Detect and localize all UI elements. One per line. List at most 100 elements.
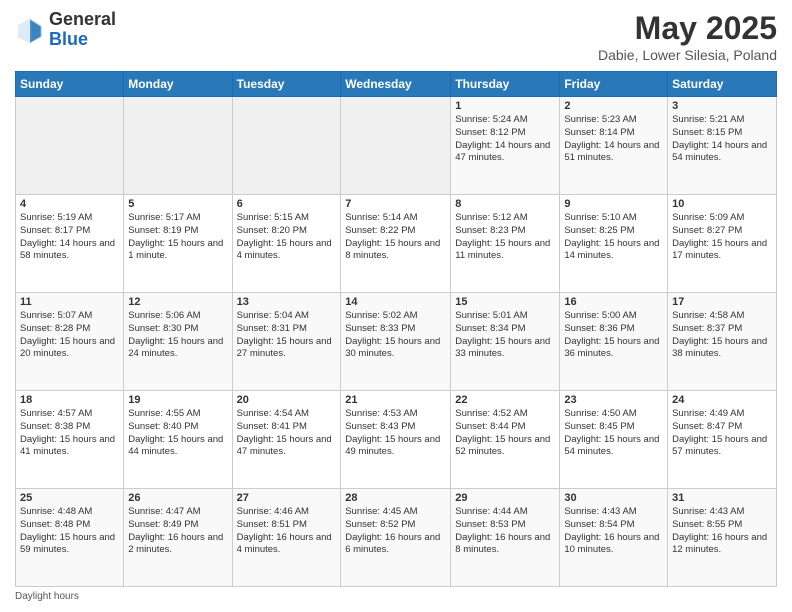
calendar-cell: 15 Sunrise: 5:01 AM Sunset: 8:34 PM Dayli… — [451, 293, 560, 391]
calendar-cell: 7Sunrise: 5:14 AM Sunset: 8:22 PM Daylig… — [341, 195, 451, 293]
calendar-cell: 3 Sunrise: 5:21 AM Sunset: 8:15 PM Daylig… — [668, 97, 777, 195]
day-number: 31 — [672, 492, 772, 504]
calendar-cell: 27 Sunrise: 4:46 AM Sunset: 8:51 PM Dayli… — [232, 489, 341, 587]
day-number: 10 — [672, 198, 772, 210]
calendar-cell: 17Sunrise: 4:58 AM Sunset: 8:37 PM Dayli… — [668, 293, 777, 391]
day-number: 19 — [128, 394, 227, 406]
calendar-cell: 28Sunrise: 4:45 AM Sunset: 8:52 PM Dayli… — [341, 489, 451, 587]
calendar-cell — [341, 97, 451, 195]
day-number: 20 — [237, 394, 337, 406]
day-info: Sunrise: 5:24 AM Sunset: 8:12 PM Dayligh… — [455, 114, 555, 165]
day-info: Sunrise: 5:01 AM Sunset: 8:34 PM Dayligh… — [455, 310, 555, 361]
day-number: 3 — [672, 100, 772, 112]
calendar-header-row: SundayMondayTuesdayWednesdayThursdayFrid… — [16, 72, 777, 97]
day-info: Sunrise: 4:48 AM Sunset: 8:48 PM Dayligh… — [20, 506, 119, 557]
day-number: 15 — [455, 296, 555, 308]
calendar-cell: 5Sunrise: 5:17 AM Sunset: 8:19 PM Daylig… — [124, 195, 232, 293]
day-info: Sunrise: 4:57 AM Sunset: 8:38 PM Dayligh… — [20, 408, 119, 459]
day-info: Sunrise: 5:02 AM Sunset: 8:33 PM Dayligh… — [345, 310, 446, 361]
month-title: May 2025 — [598, 10, 777, 47]
day-number: 27 — [237, 492, 337, 504]
calendar-cell: 9 Sunrise: 5:10 AM Sunset: 8:25 PM Daylig… — [560, 195, 668, 293]
calendar-cell: 21 Sunrise: 4:53 AM Sunset: 8:43 PM Dayli… — [341, 391, 451, 489]
day-number: 22 — [455, 394, 555, 406]
calendar-cell: 29Sunrise: 4:44 AM Sunset: 8:53 PM Dayli… — [451, 489, 560, 587]
day-number: 8 — [455, 198, 555, 210]
day-header-monday: Monday — [124, 72, 232, 97]
day-number: 29 — [455, 492, 555, 504]
calendar-cell: 8 Sunrise: 5:12 AM Sunset: 8:23 PM Daylig… — [451, 195, 560, 293]
day-number: 2 — [564, 100, 663, 112]
day-info: Sunrise: 4:55 AM Sunset: 8:40 PM Dayligh… — [128, 408, 227, 459]
calendar-cell: 20Sunrise: 4:54 AM Sunset: 8:41 PM Dayli… — [232, 391, 341, 489]
day-number: 13 — [237, 296, 337, 308]
day-header-tuesday: Tuesday — [232, 72, 341, 97]
day-number: 1 — [455, 100, 555, 112]
calendar-cell: 26 Sunrise: 4:47 AM Sunset: 8:49 PM Dayli… — [124, 489, 232, 587]
day-info: Sunrise: 4:53 AM Sunset: 8:43 PM Dayligh… — [345, 408, 446, 459]
calendar-week-3: 18 Sunrise: 4:57 AM Sunset: 8:38 PM Dayli… — [16, 391, 777, 489]
day-info: Sunrise: 5:04 AM Sunset: 8:31 PM Dayligh… — [237, 310, 337, 361]
day-info: Sunrise: 4:52 AM Sunset: 8:44 PM Dayligh… — [455, 408, 555, 459]
calendar-cell: 18 Sunrise: 4:57 AM Sunset: 8:38 PM Dayli… — [16, 391, 124, 489]
calendar-cell: 2 Sunrise: 5:23 AM Sunset: 8:14 PM Daylig… — [560, 97, 668, 195]
day-header-friday: Friday — [560, 72, 668, 97]
calendar-cell: 25Sunrise: 4:48 AM Sunset: 8:48 PM Dayli… — [16, 489, 124, 587]
day-number: 9 — [564, 198, 663, 210]
day-header-wednesday: Wednesday — [341, 72, 451, 97]
calendar-week-1: 4 Sunrise: 5:19 AM Sunset: 8:17 PM Daylig… — [16, 195, 777, 293]
day-info: Sunrise: 4:43 AM Sunset: 8:55 PM Dayligh… — [672, 506, 772, 557]
calendar-cell: 10Sunrise: 5:09 AM Sunset: 8:27 PM Dayli… — [668, 195, 777, 293]
calendar-cell: 11 Sunrise: 5:07 AM Sunset: 8:28 PM Dayli… — [16, 293, 124, 391]
calendar: SundayMondayTuesdayWednesdayThursdayFrid… — [15, 71, 777, 587]
day-number: 21 — [345, 394, 446, 406]
day-number: 18 — [20, 394, 119, 406]
day-header-thursday: Thursday — [451, 72, 560, 97]
day-header-sunday: Sunday — [16, 72, 124, 97]
day-number: 28 — [345, 492, 446, 504]
logo-blue: Blue — [49, 29, 88, 49]
title-area: May 2025 Dabie, Lower Silesia, Poland — [598, 10, 777, 63]
day-number: 24 — [672, 394, 772, 406]
logo: General Blue — [15, 10, 116, 50]
calendar-cell: 31 Sunrise: 4:43 AM Sunset: 8:55 PM Dayli… — [668, 489, 777, 587]
calendar-cell — [124, 97, 232, 195]
day-info: Sunrise: 5:15 AM Sunset: 8:20 PM Dayligh… — [237, 212, 337, 263]
day-info: Sunrise: 5:21 AM Sunset: 8:15 PM Dayligh… — [672, 114, 772, 165]
day-info: Sunrise: 4:49 AM Sunset: 8:47 PM Dayligh… — [672, 408, 772, 459]
day-info: Sunrise: 4:47 AM Sunset: 8:49 PM Dayligh… — [128, 506, 227, 557]
calendar-cell: 14Sunrise: 5:02 AM Sunset: 8:33 PM Dayli… — [341, 293, 451, 391]
calendar-cell: 22 Sunrise: 4:52 AM Sunset: 8:44 PM Dayli… — [451, 391, 560, 489]
calendar-cell: 13 Sunrise: 5:04 AM Sunset: 8:31 PM Dayli… — [232, 293, 341, 391]
page: General Blue May 2025 Dabie, Lower Siles… — [0, 0, 792, 612]
day-info: Sunrise: 4:46 AM Sunset: 8:51 PM Dayligh… — [237, 506, 337, 557]
day-info: Sunrise: 5:17 AM Sunset: 8:19 PM Dayligh… — [128, 212, 227, 263]
header: General Blue May 2025 Dabie, Lower Siles… — [15, 10, 777, 63]
calendar-cell: 6Sunrise: 5:15 AM Sunset: 8:20 PM Daylig… — [232, 195, 341, 293]
day-info: Sunrise: 5:12 AM Sunset: 8:23 PM Dayligh… — [455, 212, 555, 263]
day-info: Sunrise: 5:07 AM Sunset: 8:28 PM Dayligh… — [20, 310, 119, 361]
calendar-week-2: 11 Sunrise: 5:07 AM Sunset: 8:28 PM Dayli… — [16, 293, 777, 391]
day-info: Sunrise: 5:23 AM Sunset: 8:14 PM Dayligh… — [564, 114, 663, 165]
day-number: 16 — [564, 296, 663, 308]
calendar-cell: 1 Sunrise: 5:24 AM Sunset: 8:12 PM Daylig… — [451, 97, 560, 195]
calendar-cell — [232, 97, 341, 195]
day-number: 12 — [128, 296, 227, 308]
calendar-cell — [16, 97, 124, 195]
logo-text: General Blue — [49, 10, 116, 50]
logo-general: General — [49, 9, 116, 29]
logo-icon — [15, 15, 45, 45]
day-number: 26 — [128, 492, 227, 504]
location: Dabie, Lower Silesia, Poland — [598, 47, 777, 63]
day-number: 11 — [20, 296, 119, 308]
calendar-cell: 24 Sunrise: 4:49 AM Sunset: 8:47 PM Dayli… — [668, 391, 777, 489]
day-number: 4 — [20, 198, 119, 210]
calendar-cell: 16 Sunrise: 5:00 AM Sunset: 8:36 PM Dayli… — [560, 293, 668, 391]
day-info: Sunrise: 5:00 AM Sunset: 8:36 PM Dayligh… — [564, 310, 663, 361]
day-info: Sunrise: 4:43 AM Sunset: 8:54 PM Dayligh… — [564, 506, 663, 557]
day-number: 23 — [564, 394, 663, 406]
day-info: Sunrise: 5:06 AM Sunset: 8:30 PM Dayligh… — [128, 310, 227, 361]
day-info: Sunrise: 5:19 AM Sunset: 8:17 PM Dayligh… — [20, 212, 119, 263]
day-info: Sunrise: 5:10 AM Sunset: 8:25 PM Dayligh… — [564, 212, 663, 263]
day-number: 17 — [672, 296, 772, 308]
